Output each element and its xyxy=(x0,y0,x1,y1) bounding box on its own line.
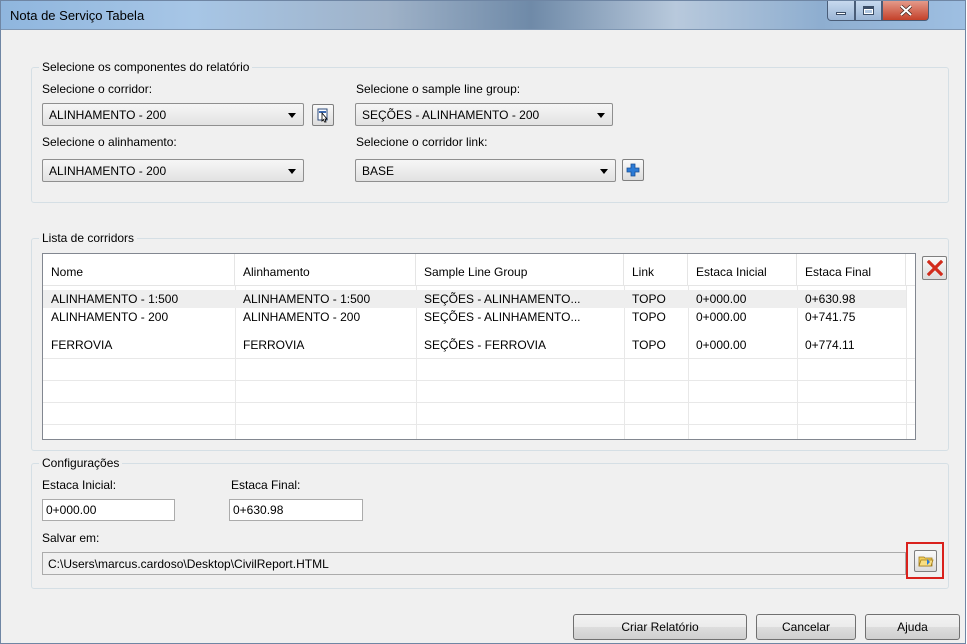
cell-sample-line-group: SEÇÕES - ALINHAMENTO... xyxy=(424,310,581,324)
column-header-alinhamento[interactable]: Alinhamento xyxy=(235,254,416,286)
help-button[interactable]: Ajuda xyxy=(865,614,960,640)
table-row[interactable]: ALINHAMENTO - 200 ALINHAMENTO - 200 SEÇÕ… xyxy=(43,308,906,326)
column-header-nome[interactable]: Nome xyxy=(43,254,235,286)
column-header-estaca-final[interactable]: Estaca Final xyxy=(797,254,906,286)
cell-alinhamento: FERROVIA xyxy=(243,338,305,352)
cell-estaca-inicial: 0+000.00 xyxy=(696,338,747,352)
corridor-select-value: ALINHAMENTO - 200 xyxy=(49,108,167,122)
cell-estaca-final: 0+774.11 xyxy=(805,338,855,352)
alignment-label: Selecione o alinhamento: xyxy=(42,135,177,149)
folder-icon xyxy=(917,556,934,567)
settings-legend: Configurações xyxy=(39,456,123,470)
close-icon xyxy=(899,5,912,16)
remove-corridor-button[interactable] xyxy=(922,256,947,280)
table-row[interactable]: FERROVIA FERROVIA SEÇÕES - FERROVIA TOPO… xyxy=(43,336,906,354)
corridor-link-select[interactable]: BASE xyxy=(355,159,616,182)
table-row[interactable]: ALINHAMENTO - 1:500 ALINHAMENTO - 1:500 … xyxy=(43,290,906,308)
grid-line xyxy=(43,402,915,403)
cell-alinhamento: ALINHAMENTO - 200 xyxy=(243,310,361,324)
chevron-down-icon xyxy=(288,113,296,118)
cell-link: TOPO xyxy=(632,292,666,306)
corridors-legend: Lista de corridors xyxy=(39,231,138,245)
grid-line xyxy=(906,286,907,439)
alignment-select[interactable]: ALINHAMENTO - 200 xyxy=(42,159,304,182)
start-station-input[interactable]: 0+000.00 xyxy=(42,499,175,521)
grid-line xyxy=(43,380,915,381)
cell-nome: ALINHAMENTO - 1:500 xyxy=(51,292,179,306)
cell-nome: FERROVIA xyxy=(51,338,113,352)
cell-estaca-final: 0+741.75 xyxy=(805,310,856,324)
alignment-select-value: ALINHAMENTO - 200 xyxy=(49,164,167,178)
maximize-button[interactable] xyxy=(855,1,882,21)
pick-from-drawing-icon xyxy=(317,108,328,123)
cell-sample-line-group: SEÇÕES - FERROVIA xyxy=(424,338,547,352)
list-header: Nome Alinhamento Sample Line Group Link … xyxy=(43,254,915,286)
end-station-input[interactable]: 0+630.98 xyxy=(229,499,363,521)
grid-line xyxy=(43,424,915,425)
chevron-down-icon xyxy=(600,169,608,174)
browse-folder-button[interactable] xyxy=(914,550,937,572)
cell-sample-line-group: SEÇÕES - ALINHAMENTO... xyxy=(424,292,581,306)
corridor-select[interactable]: ALINHAMENTO - 200 xyxy=(42,103,304,126)
sample-group-label: Selecione o sample line group: xyxy=(356,82,521,96)
end-station-label: Estaca Final: xyxy=(231,478,301,492)
cell-estaca-final: 0+630.98 xyxy=(805,292,856,306)
corridors-list[interactable]: Nome Alinhamento Sample Line Group Link … xyxy=(42,253,916,440)
save-path-field[interactable]: C:\Users\marcus.cardoso\Desktop\CivilRep… xyxy=(42,552,906,575)
column-header-estaca-inicial[interactable]: Estaca Inicial xyxy=(688,254,797,286)
cell-link: TOPO xyxy=(632,338,666,352)
dialog-window: Nota de Serviço Tabela Selecione os comp… xyxy=(0,0,966,644)
delete-icon xyxy=(926,260,943,276)
minimize-button[interactable] xyxy=(827,1,855,21)
start-station-label: Estaca Inicial: xyxy=(42,478,117,492)
corridor-link-value: BASE xyxy=(362,164,395,178)
sample-line-group-select[interactable]: SEÇÕES - ALINHAMENTO - 200 xyxy=(355,103,613,126)
cancel-button[interactable]: Cancelar xyxy=(756,614,856,640)
save-location-label: Salvar em: xyxy=(42,531,100,545)
close-button[interactable] xyxy=(882,1,929,21)
column-header-sample-line-group[interactable]: Sample Line Group xyxy=(416,254,624,286)
cell-link: TOPO xyxy=(632,310,666,324)
maximize-icon xyxy=(863,6,874,15)
cell-estaca-inicial: 0+000.00 xyxy=(696,310,747,324)
cell-estaca-inicial: 0+000.00 xyxy=(696,292,747,306)
grid-line xyxy=(43,358,915,359)
cell-alinhamento: ALINHAMENTO - 1:500 xyxy=(243,292,371,306)
minimize-icon xyxy=(836,12,846,15)
title-bar[interactable]: Nota de Serviço Tabela xyxy=(1,1,965,30)
sample-line-group-value: SEÇÕES - ALINHAMENTO - 200 xyxy=(362,108,540,122)
create-report-button[interactable]: Criar Relatório xyxy=(573,614,747,640)
column-header-link[interactable]: Link xyxy=(624,254,688,286)
add-corridor-button[interactable] xyxy=(622,159,644,181)
corridor-label: Selecione o corridor: xyxy=(42,82,153,96)
plus-icon xyxy=(626,163,640,177)
window-title: Nota de Serviço Tabela xyxy=(10,8,145,23)
chevron-down-icon xyxy=(597,113,605,118)
components-legend: Selecione os componentes do relatório xyxy=(39,60,253,74)
cell-nome: ALINHAMENTO - 200 xyxy=(51,310,169,324)
select-corridor-button[interactable] xyxy=(312,104,334,126)
chevron-down-icon xyxy=(288,169,296,174)
corridor-link-label: Selecione o corridor link: xyxy=(356,135,488,149)
